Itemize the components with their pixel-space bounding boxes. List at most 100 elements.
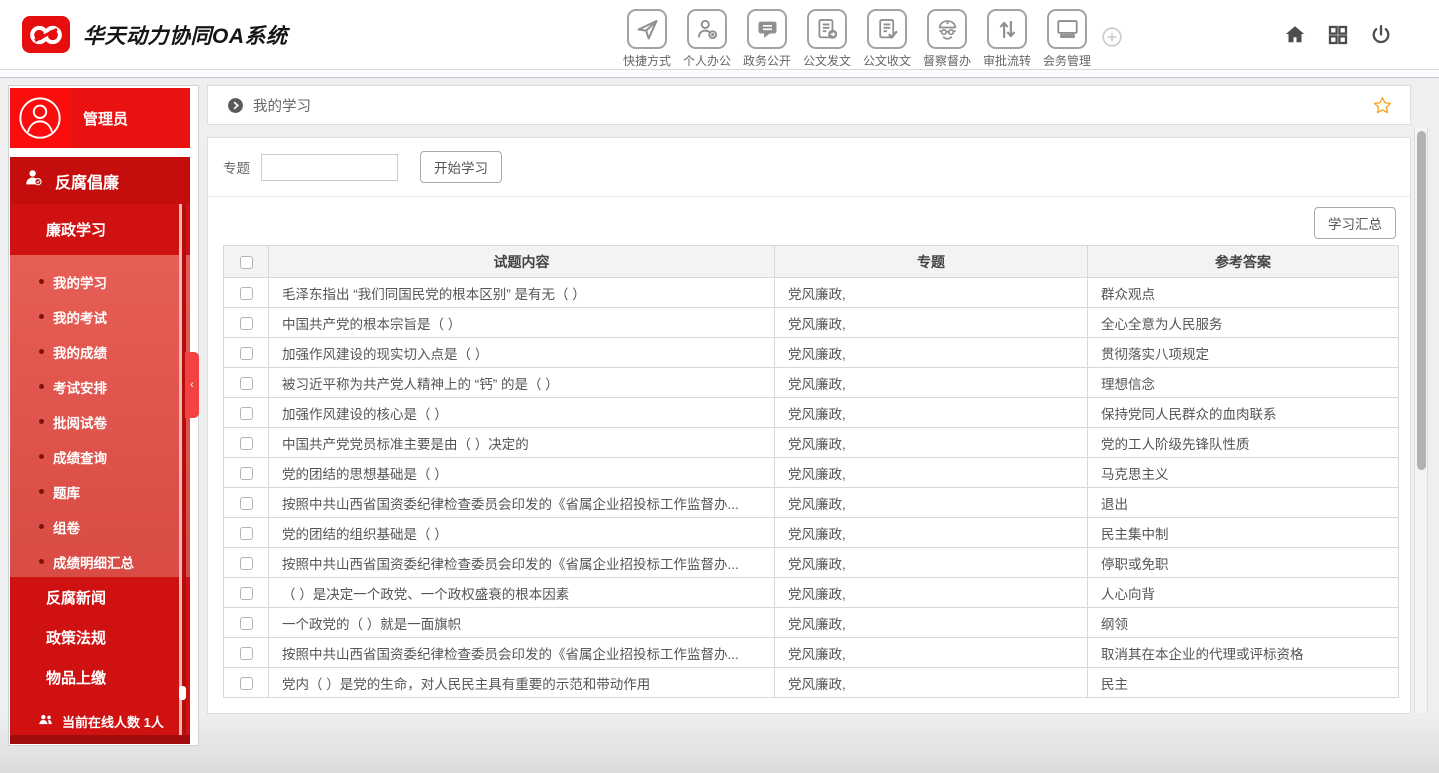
bullet-icon [39, 489, 44, 494]
answer-cell: 人心向背 [1088, 578, 1399, 608]
start-study-button[interactable]: 开始学习 [420, 151, 502, 183]
row-checkbox[interactable] [240, 437, 253, 450]
sidebar-group[interactable]: 反腐新闻 [10, 577, 190, 617]
submenu-item[interactable]: 我的成绩 [10, 334, 190, 369]
section-label: 反腐倡廉 [55, 169, 119, 193]
topic-cell: 党风廉政, [775, 638, 1088, 668]
bullet-icon [39, 419, 44, 424]
doc-send-icon [807, 9, 847, 49]
submenu-item[interactable]: 我的考试 [10, 299, 190, 334]
question-cell: 中国共产党党员标准主要是由（ ）决定的 [269, 428, 775, 458]
answer-cell: 停职或免职 [1088, 548, 1399, 578]
answer-cell: 群众观点 [1088, 278, 1399, 308]
nav-item[interactable]: 审批流转 [977, 9, 1037, 69]
footer-area [0, 713, 1439, 773]
nav-item[interactable]: 快捷方式 [617, 9, 677, 69]
bullet-icon [39, 349, 44, 354]
bullet-icon [39, 314, 44, 319]
questions-table-wrap: 试题内容 专题 参考答案 毛泽东指出 “我们同国民党的根本区别” 是有无（ ） … [223, 245, 1396, 698]
topic-cell: 党风廉政, [775, 458, 1088, 488]
main-scrollbar-thumb[interactable] [1417, 131, 1426, 470]
sidebar-group[interactable]: 政策法规 [10, 617, 190, 657]
nav-item[interactable]: 督察督办 [917, 9, 977, 69]
row-checkbox[interactable] [240, 377, 253, 390]
row-checkbox[interactable] [240, 677, 253, 690]
row-checkbox[interactable] [240, 467, 253, 480]
row-checkbox[interactable] [240, 347, 253, 360]
nav-item[interactable]: 公文发文 [797, 9, 857, 69]
question-cell: 加强作风建设的现实切入点是（ ） [269, 338, 775, 368]
submenu-item[interactable]: 考试安排 [10, 369, 190, 404]
submenu-item[interactable]: 成绩查询 [10, 439, 190, 474]
table-row: 一个政党的（ ）就是一面旗帜 党风廉政, 纲领 [224, 608, 1399, 638]
nav-item[interactable]: 个人办公 [677, 9, 737, 69]
row-checkbox[interactable] [240, 617, 253, 630]
answer-cell: 保持党同人民群众的血肉联系 [1088, 398, 1399, 428]
submenu-item[interactable]: 题库 [10, 474, 190, 509]
question-cell: 按照中共山西省国资委纪律检查委员会印发的《省属企业招投标工作监督办... [269, 488, 775, 518]
plus-circle-icon[interactable] [1101, 26, 1123, 48]
submenu-item-label: 我的学习 [53, 272, 107, 292]
answer-cell: 党的工人阶级先锋队性质 [1088, 428, 1399, 458]
submenu-item-label: 我的考试 [53, 307, 107, 327]
row-checkbox-cell [224, 458, 269, 488]
study-summary-button[interactable]: 学习汇总 [1314, 207, 1396, 239]
row-checkbox[interactable] [240, 587, 253, 600]
select-all-checkbox[interactable] [240, 256, 253, 269]
question-cell: 毛泽东指出 “我们同国民党的根本区别” 是有无（ ） [269, 278, 775, 308]
nav-item-label: 审批流转 [983, 52, 1031, 69]
sidebar-section-anticorruption[interactable]: 反腐倡廉 [10, 157, 190, 204]
answer-cell: 理想信念 [1088, 368, 1399, 398]
submenu-item[interactable]: 批阅试卷 [10, 404, 190, 439]
topic-cell: 党风廉政, [775, 398, 1088, 428]
nav-item[interactable]: 公文收文 [857, 9, 917, 69]
column-header-topic: 专题 [775, 246, 1088, 278]
row-checkbox[interactable] [240, 647, 253, 660]
home-icon[interactable] [1283, 23, 1307, 47]
sidebar-group-study[interactable]: 廉政学习 [10, 204, 190, 255]
answer-cell: 退出 [1088, 488, 1399, 518]
people-icon [37, 711, 62, 731]
table-row: 毛泽东指出 “我们同国民党的根本区别” 是有无（ ） 党风廉政, 群众观点 [224, 278, 1399, 308]
submenu-item[interactable]: 成绩明细汇总 [10, 544, 190, 579]
table-row: 党的团结的组织基础是（ ） 党风廉政, 民主集中制 [224, 518, 1399, 548]
header-separator [0, 70, 1439, 78]
star-icon[interactable] [1372, 95, 1393, 116]
topic-cell: 党风廉政, [775, 338, 1088, 368]
submenu-item[interactable]: 组卷 [10, 509, 190, 544]
top-header: 华天动力协同OA系统 快捷方式 个人办公 政务公开 公文发文 公文收文 [0, 0, 1439, 70]
topic-input[interactable] [261, 154, 398, 181]
sidebar-group[interactable]: 物品上缴 [10, 657, 190, 697]
submenu-item-label: 我的成绩 [53, 342, 107, 362]
submenu-item[interactable]: 我的学习 [10, 264, 190, 299]
nav-item-label: 公文发文 [803, 52, 851, 69]
person-badge-icon [23, 167, 55, 194]
row-checkbox[interactable] [240, 557, 253, 570]
row-checkbox[interactable] [240, 287, 253, 300]
topic-cell: 党风廉政, [775, 548, 1088, 578]
row-checkbox[interactable] [240, 317, 253, 330]
nav-item[interactable]: 会务管理 [1037, 9, 1097, 69]
question-cell: 党的团结的思想基础是（ ） [269, 458, 775, 488]
row-checkbox[interactable] [240, 497, 253, 510]
apps-grid-icon[interactable] [1326, 23, 1350, 47]
main-scrollbar[interactable] [1414, 128, 1428, 713]
submenu-item-label: 组卷 [53, 517, 80, 537]
row-checkbox-cell [224, 398, 269, 428]
page: 华天动力协同OA系统 快捷方式 个人办公 政务公开 公文发文 公文收文 [0, 0, 1439, 773]
sidebar-scrollbar-thumb[interactable] [179, 686, 186, 700]
sidebar-user[interactable]: 管理员 [10, 88, 190, 148]
row-checkbox-cell [224, 638, 269, 668]
sidebar-collapse-handle[interactable]: ‹ [185, 352, 199, 418]
nav-item[interactable]: 政务公开 [737, 9, 797, 69]
table-row: 按照中共山西省国资委纪律检查委员会印发的《省属企业招投标工作监督办... 党风廉… [224, 638, 1399, 668]
row-checkbox[interactable] [240, 407, 253, 420]
nav-item-label: 督察督办 [923, 52, 971, 69]
table-row: 加强作风建设的现实切入点是（ ） 党风廉政, 贯彻落实八项规定 [224, 338, 1399, 368]
sidebar-scrollbar[interactable] [179, 204, 186, 735]
nav-item-label: 会务管理 [1043, 52, 1091, 69]
row-checkbox[interactable] [240, 527, 253, 540]
power-icon[interactable] [1369, 23, 1393, 47]
table-row: 党内（ ）是党的生命，对人民民主具有重要的示范和带动作用 党风廉政, 民主 [224, 668, 1399, 698]
chat-bubble-icon [747, 9, 787, 49]
